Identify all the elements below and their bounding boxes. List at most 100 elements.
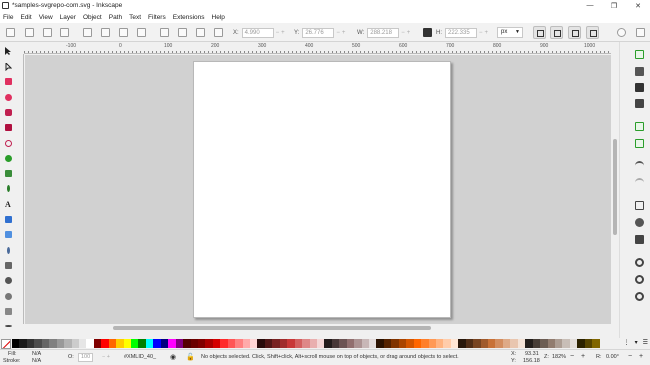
color-swatch[interactable] (525, 339, 533, 348)
node-tool-icon[interactable] (3, 62, 13, 72)
scale-stroke-toggle[interactable] (533, 26, 546, 39)
color-swatch[interactable] (101, 339, 109, 348)
color-swatch[interactable] (517, 339, 526, 348)
palette-menu-icon[interactable]: ☰ (643, 338, 648, 349)
toggle-lock-icon[interactable]: 🔓 (186, 353, 195, 361)
snap-toggle-icon[interactable] (617, 28, 626, 37)
height-input[interactable]: 222.335 (445, 27, 477, 38)
lower-icon[interactable] (178, 28, 187, 37)
color-swatch[interactable] (592, 339, 600, 348)
color-swatch[interactable] (376, 339, 384, 348)
color-swatch[interactable] (502, 339, 511, 348)
color-swatch[interactable] (26, 339, 35, 348)
color-swatch[interactable] (458, 339, 466, 348)
menu-file[interactable]: File (3, 14, 13, 21)
color-swatch[interactable] (108, 339, 117, 348)
menu-help[interactable]: Help (212, 14, 225, 21)
menu-path[interactable]: Path (109, 14, 122, 21)
move-gradients-toggle[interactable] (568, 26, 581, 39)
eraser-tool-icon[interactable] (3, 306, 13, 316)
menu-edit[interactable]: Edit (20, 14, 31, 21)
color-swatch[interactable] (473, 339, 481, 348)
raise-icon[interactable] (160, 28, 169, 37)
color-swatch[interactable] (324, 339, 332, 348)
opacity-stepper-icon[interactable]: − + (102, 354, 110, 360)
close-button[interactable]: ✕ (626, 0, 650, 11)
color-swatch[interactable] (41, 339, 50, 348)
color-swatch[interactable] (532, 339, 541, 348)
import-icon[interactable] (635, 122, 644, 131)
paste-icon[interactable] (635, 235, 644, 244)
toggle-visibility-icon[interactable]: ◉ (170, 353, 176, 361)
color-swatch[interactable] (577, 339, 585, 348)
scale-corners-toggle[interactable] (550, 26, 563, 39)
selector-tool-icon[interactable] (3, 46, 13, 56)
color-swatch[interactable] (123, 339, 131, 348)
select-all-icon[interactable] (6, 28, 15, 37)
color-swatch[interactable] (212, 339, 221, 348)
rotate-cw-icon[interactable] (83, 28, 92, 37)
color-swatch[interactable] (242, 339, 250, 348)
no-paint-swatch[interactable] (1, 338, 11, 349)
restore-button[interactable]: ❐ (602, 0, 626, 11)
color-swatch[interactable] (540, 339, 548, 348)
color-swatch[interactable] (450, 339, 459, 348)
zoom-in-icon[interactable]: + (581, 353, 585, 360)
color-swatch[interactable] (78, 339, 87, 348)
color-swatch[interactable] (294, 339, 303, 348)
color-swatch[interactable] (175, 339, 184, 348)
stroke-value[interactable]: N/A (32, 358, 41, 364)
color-swatch[interactable] (413, 339, 422, 348)
palette-options-icon[interactable]: ⋮ (624, 338, 630, 349)
export-icon[interactable] (635, 139, 644, 148)
color-swatch[interactable] (465, 339, 474, 348)
color-swatch[interactable] (220, 339, 228, 348)
zoom-value[interactable]: 182% (552, 354, 566, 360)
dropper-tool-icon[interactable] (3, 245, 13, 255)
color-swatch[interactable] (302, 339, 310, 348)
rotate-ccw-icon[interactable]: − (628, 353, 632, 360)
vertical-scroll-thumb[interactable] (613, 139, 617, 235)
drawing-canvas[interactable] (25, 55, 611, 324)
units-select[interactable]: px ▼ (497, 27, 523, 38)
color-swatch[interactable] (272, 339, 280, 348)
menu-object[interactable]: Object (83, 14, 102, 21)
color-swatch[interactable] (346, 339, 355, 348)
y-stepper-icon[interactable]: −+ (336, 30, 347, 36)
gradient-tool-icon[interactable] (3, 214, 13, 224)
rotate-ccw-icon[interactable] (60, 28, 69, 37)
color-swatch[interactable] (235, 339, 243, 348)
color-swatch[interactable] (584, 339, 593, 348)
color-swatch[interactable] (562, 339, 570, 348)
color-swatch[interactable] (250, 339, 258, 348)
color-swatch[interactable] (168, 339, 176, 348)
minimize-button[interactable]: — (578, 0, 602, 11)
flip-horizontal-icon[interactable] (101, 28, 110, 37)
lock-proportions-icon[interactable] (423, 28, 432, 37)
color-swatch[interactable] (205, 339, 213, 348)
horizontal-scrollbar[interactable] (25, 324, 611, 332)
calligraphy-tool-icon[interactable] (3, 183, 13, 193)
color-swatch[interactable] (391, 339, 399, 348)
spiral-tool-icon[interactable] (3, 138, 13, 148)
palette-chevron-icon[interactable]: ▾ (635, 338, 638, 349)
color-swatch[interactable] (443, 339, 451, 348)
deselect-icon[interactable] (43, 28, 52, 37)
snap-dropdown-icon[interactable] (636, 28, 645, 37)
vertical-scrollbar[interactable] (611, 55, 619, 324)
zoom-out-icon[interactable]: − (570, 353, 574, 360)
zoom-drawing-icon[interactable] (635, 275, 644, 284)
ellipse-tool-icon[interactable] (3, 92, 13, 102)
color-swatch[interactable] (153, 339, 161, 348)
color-swatch[interactable] (227, 339, 236, 348)
color-swatch[interactable] (495, 339, 503, 348)
rotate-cw-icon[interactable]: + (639, 353, 643, 360)
color-swatch[interactable] (383, 339, 392, 348)
color-swatch[interactable] (131, 339, 139, 348)
spray-tool-icon[interactable] (3, 291, 13, 301)
horizontal-scroll-thumb[interactable] (113, 326, 431, 330)
color-swatch[interactable] (398, 339, 407, 348)
color-swatch[interactable] (361, 339, 369, 348)
rect-tool-icon[interactable] (3, 76, 13, 86)
color-swatch[interactable] (369, 339, 377, 348)
